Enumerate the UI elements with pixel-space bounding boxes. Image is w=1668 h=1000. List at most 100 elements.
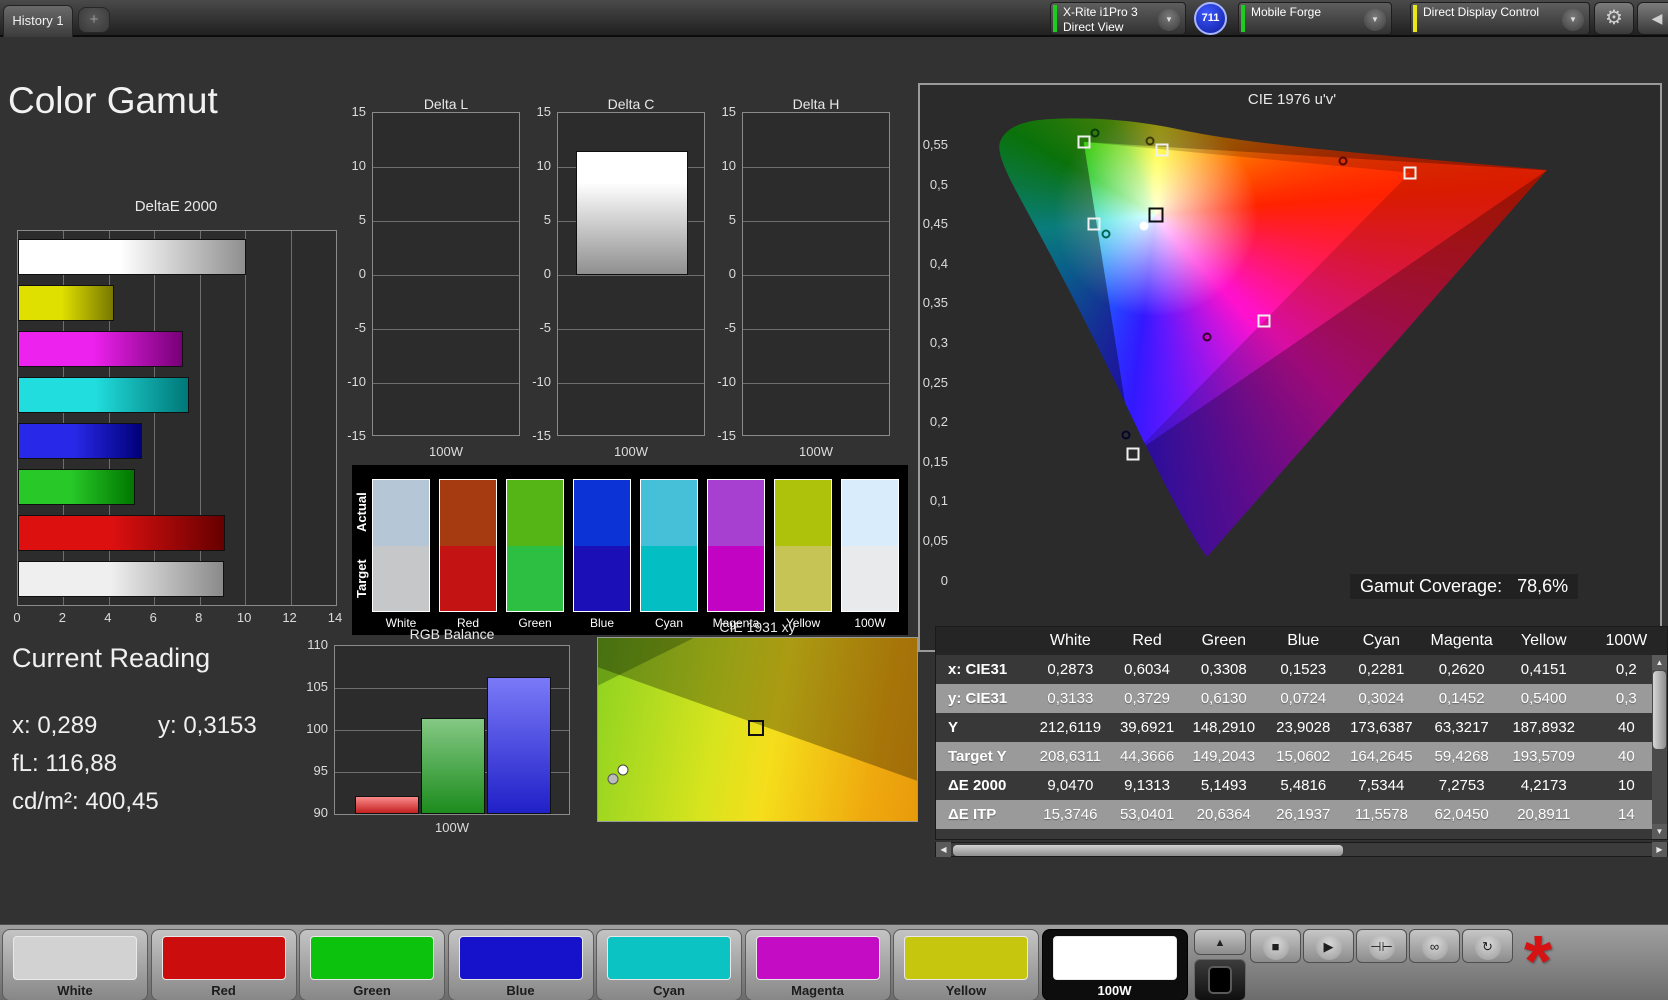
table-row: x: CIE31 0,2873 0,6034 0,3308 0,1523 0,2281 0,… [936, 655, 1667, 684]
table-column-header: Red [1111, 627, 1183, 655]
reading-fl: fL: 116,88 [12, 750, 117, 777]
meter-count-badge: 711 [1194, 2, 1227, 35]
table-cell: 53,0401 [1111, 800, 1183, 829]
table-cell: 208,6311 [1028, 742, 1112, 771]
table-cell: 0,5400 [1501, 684, 1586, 713]
pattern-button-100w[interactable]: 100W [1041, 929, 1188, 1000]
pattern-button-green[interactable]: Green [299, 929, 445, 1000]
display-control-name: Direct Display Control [1423, 5, 1540, 19]
pattern-button-label: 100W [1097, 983, 1132, 998]
deltae-x-tick: 2 [58, 610, 67, 625]
delta-y-tick: 5 [543, 212, 551, 227]
pattern-button-red[interactable]: Red [150, 929, 297, 1000]
cie-1976-panel: CIE 1976 u'v' Gamut Coverage: 78,6% 0,55… [918, 83, 1662, 652]
delta-y-tick: -15 [347, 428, 366, 443]
table-row: ΔE ITP 15,3746 53,0401 20,6364 26,1937 11,557… [936, 800, 1667, 829]
continuous-button[interactable]: ∞ [1409, 929, 1460, 963]
scroll-right-icon[interactable]: ▶ [1652, 842, 1667, 857]
reading-x: x: 0,289 [12, 712, 98, 739]
chevron-down-icon[interactable]: ▼ [1158, 9, 1180, 31]
collapse-panel-button[interactable]: ◀ [1637, 2, 1668, 35]
reading-cdm2: cd/m²: 400,45 [12, 788, 159, 815]
table-cell: 212,6119 [1028, 713, 1112, 742]
meter-dropdown[interactable]: X-Rite i1Pro 3 Direct View ▼ [1050, 2, 1186, 35]
source-dropdown[interactable]: Mobile Forge ▼ [1238, 2, 1392, 35]
actual-row-label: Actual [354, 492, 369, 533]
delta-y-tick: 15 [721, 104, 736, 119]
pattern-button-white[interactable]: White [2, 929, 148, 1000]
vertical-scroll-thumb[interactable] [1653, 671, 1666, 749]
table-cell: 63,3217 [1421, 713, 1502, 742]
table-cell: 9,1313 [1111, 771, 1183, 800]
table-cell: 0,2281 [1341, 655, 1422, 684]
delta-y-tick: 10 [351, 158, 366, 173]
delta-x-label: 100W [614, 444, 648, 459]
table-horizontal-scrollbar[interactable]: ◀ ▶ [935, 842, 1668, 857]
deltae-x-tick: 12 [282, 610, 297, 625]
refresh-button[interactable]: ↻ [1462, 929, 1513, 963]
current-reading-title: Current Reading [12, 643, 211, 673]
pattern-color-chip [13, 936, 137, 980]
scroll-up-icon[interactable]: ▲ [1652, 655, 1667, 670]
tab-history-1[interactable]: History 1 [3, 5, 73, 37]
add-tab-button[interactable]: + [78, 7, 110, 33]
chevron-down-icon[interactable]: ▼ [1562, 9, 1584, 31]
table-cell: 5,1493 [1182, 771, 1266, 800]
pattern-button-magenta[interactable]: Magenta [744, 929, 891, 1000]
gridline [558, 275, 704, 276]
rgb-balance-chart [334, 645, 570, 815]
scroll-down-icon[interactable]: ▼ [1652, 824, 1667, 839]
stop-button[interactable]: ■ [1250, 929, 1301, 963]
deltae-bar-green [18, 469, 135, 505]
pattern-button-yellow[interactable]: Yellow [893, 929, 1039, 1000]
deltae-x-tick: 6 [149, 610, 157, 625]
swatch-100w [841, 479, 899, 612]
table-cell: 0,3024 [1341, 684, 1422, 713]
table-cell: 59,4268 [1421, 742, 1502, 771]
target-swatch [641, 545, 697, 611]
display-control-dropdown[interactable]: Direct Display Control ▼ [1410, 2, 1590, 35]
swatch-yellow [774, 479, 832, 612]
rgb-y-tick: 110 [307, 637, 328, 652]
gridline [373, 221, 519, 222]
table-cell: 39,6921 [1111, 713, 1183, 742]
pattern-button-label: Magenta [791, 983, 844, 998]
deltae-x-tick: 10 [236, 610, 252, 625]
calibration-asterisk-icon[interactable]: * [1524, 912, 1552, 1000]
target-row-label: Target [354, 559, 369, 599]
table-row: Y 212,6119 39,6921 148,2910 23,9028 173,6387 6… [936, 713, 1667, 742]
deltae-x-tick: 8 [195, 610, 203, 625]
step-button[interactable]: ⊣⊢ [1356, 929, 1407, 963]
page-title: Color Gamut [8, 80, 218, 121]
gear-icon: ⚙ [1605, 7, 1623, 29]
actual-swatch [641, 480, 697, 546]
settings-button[interactable]: ⚙ [1594, 2, 1634, 35]
deltae-bar-white [18, 561, 224, 597]
gamut-coverage-value: 78,6% [1517, 576, 1569, 596]
delta-y-tick: 5 [358, 212, 366, 227]
delta-y-tick: 0 [358, 266, 366, 281]
pattern-button-cyan[interactable]: Cyan [596, 929, 742, 1000]
delta-x-label: 100W [799, 444, 833, 459]
pattern-color-chip [755, 936, 880, 980]
source-status-strip [1241, 5, 1245, 32]
rgb-y-tick: 100 [306, 721, 328, 736]
pattern-button-blue[interactable]: Blue [447, 929, 594, 1000]
pattern-window-button[interactable] [1194, 959, 1246, 1000]
table-row: y: CIE31 0,3133 0,3729 0,6130 0,0724 0,3024 0,… [936, 684, 1667, 713]
table-cell: 20,6364 [1182, 800, 1266, 829]
scroll-left-icon[interactable]: ◀ [936, 842, 951, 857]
table-cell: 0,0724 [1265, 684, 1342, 713]
deltae-bar-red [18, 515, 226, 551]
cie76-y-tick: 0 [940, 572, 948, 588]
app-window: { "topbar": { "tab_label": "History 1", … [0, 0, 1668, 1000]
chevron-down-icon[interactable]: ▼ [1364, 9, 1386, 31]
pattern-options-button[interactable]: ▲ [1194, 929, 1246, 955]
play-button[interactable]: ▶ [1303, 929, 1354, 963]
table-row-label: y: CIE31 [936, 684, 1029, 713]
meter-name: X-Rite i1Pro 3 [1063, 5, 1138, 19]
cie76-y-tick: 0,15 [922, 453, 948, 469]
horizontal-scroll-thumb[interactable] [953, 845, 1343, 856]
table-vertical-scrollbar[interactable]: ▲ ▼ [1652, 655, 1667, 839]
rgb-bar-blue [487, 677, 551, 814]
